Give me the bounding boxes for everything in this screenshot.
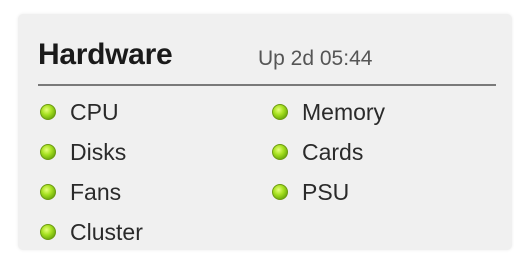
status-ok-icon <box>40 184 56 200</box>
status-item-cluster: Cluster <box>40 212 143 252</box>
status-item-psu: PSU <box>272 172 385 212</box>
status-item-label: Cards <box>302 138 364 165</box>
status-item-disks: Disks <box>40 132 143 172</box>
status-ok-icon <box>40 224 56 240</box>
status-item-fans: Fans <box>40 172 143 212</box>
status-item-label: PSU <box>302 178 350 205</box>
status-item-label: CPU <box>70 98 119 125</box>
panel-title: Hardware <box>38 38 173 71</box>
uptime-text: Up 2d 05:44 <box>258 47 373 70</box>
status-ok-icon <box>272 104 288 120</box>
status-item-label: Cluster <box>70 218 143 245</box>
status-ok-icon <box>40 144 56 160</box>
status-item-memory: Memory <box>272 92 385 132</box>
hardware-status-panel: Hardware Up 2d 05:44 CPU Disks Fans Clus… <box>18 14 512 250</box>
status-item-cards: Cards <box>272 132 385 172</box>
status-column-right: Memory Cards PSU <box>272 92 385 212</box>
status-item-label: Fans <box>70 178 122 205</box>
status-ok-icon <box>272 184 288 200</box>
status-item-label: Memory <box>302 98 386 125</box>
status-item-cpu: CPU <box>40 92 143 132</box>
status-ok-icon <box>40 104 56 120</box>
status-column-left: CPU Disks Fans Cluster <box>40 92 143 252</box>
status-item-label: Disks <box>70 138 127 165</box>
panel-header: Hardware Up 2d 05:44 <box>38 28 496 86</box>
status-ok-icon <box>272 144 288 160</box>
